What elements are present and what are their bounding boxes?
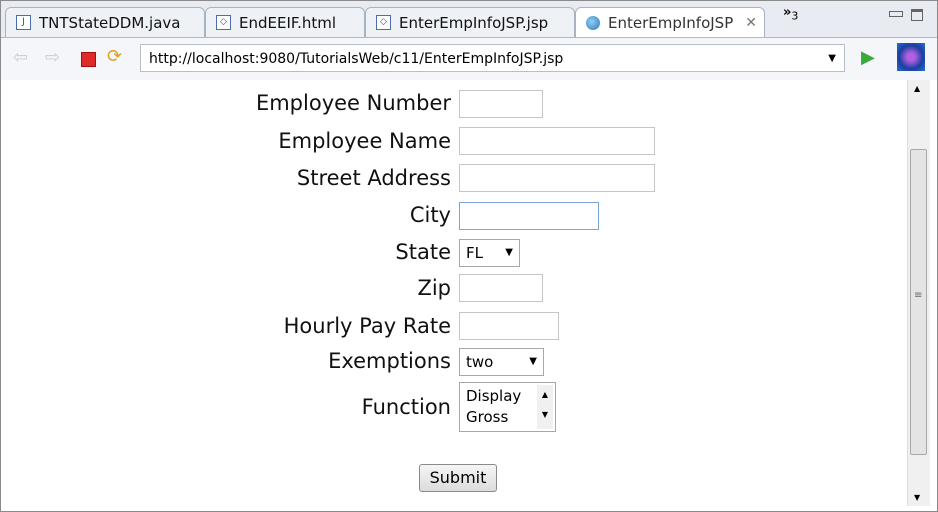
exemptions-select[interactable]: two ▼ [459, 348, 544, 376]
dropdown-arrow-icon: ▼ [529, 356, 537, 367]
vertical-scrollbar[interactable]: ▲ ≡ ▼ [907, 80, 930, 506]
scroll-thumb[interactable]: ≡ [910, 149, 927, 455]
employee-name-input[interactable] [459, 127, 655, 155]
eclipse-icon [897, 43, 925, 71]
html-file-icon: ◇ [376, 15, 391, 30]
dropdown-icon[interactable]: ▼ [828, 45, 836, 73]
scroll-up-icon[interactable]: ▲ [914, 84, 920, 93]
browser-window: J TNTStateDDM.java ◇ EndEEIF.html ◇ EnterEm… [0, 0, 938, 512]
tab-label: EndEEIF.html [239, 13, 337, 32]
dropdown-arrow-icon: ▼ [505, 247, 513, 258]
maximize-button[interactable] [911, 9, 923, 21]
tab-enterempinfojsp-jsp[interactable]: ◇ EnterEmpInfoJSP.jsp [365, 7, 575, 37]
grip-icon: ≡ [914, 290, 923, 301]
state-value: FL [466, 244, 483, 262]
java-file-icon: J [16, 15, 31, 30]
hourly-pay-rate-label: Hourly Pay Rate [283, 314, 451, 338]
tab-enterempinfojsp[interactable]: EnterEmpInfoJSP ✕ [575, 7, 765, 37]
minimize-button[interactable] [889, 11, 903, 17]
state-label: State [395, 240, 451, 264]
listbox-scrollbar[interactable]: ▲ ▼ [537, 385, 553, 429]
submit-button[interactable]: Submit [419, 464, 497, 492]
exemptions-value: two [466, 353, 494, 371]
city-label: City [409, 203, 451, 227]
city-input[interactable] [459, 202, 599, 230]
url-input[interactable]: http://localhost:9080/TutorialsWeb/c11/E… [140, 44, 845, 72]
stop-icon[interactable] [81, 52, 96, 67]
employee-name-label: Employee Name [278, 129, 451, 153]
employee-number-label: Employee Number [255, 91, 451, 115]
close-icon[interactable]: ✕ [745, 15, 757, 31]
globe-icon [586, 15, 600, 30]
editor-tab-bar: J TNTStateDDM.java ◇ EndEEIF.html ◇ EnterEm… [1, 1, 937, 38]
exemptions-label: Exemptions [328, 349, 451, 373]
tab-overflow-button[interactable]: »3 [783, 5, 798, 23]
zip-input[interactable] [459, 274, 543, 302]
refresh-icon[interactable]: ⟳ [107, 46, 122, 67]
back-icon[interactable]: ⇦ [13, 47, 28, 68]
street-address-label: Street Address [296, 166, 451, 190]
tab-label: TNTStateDDM.java [39, 13, 181, 32]
hourly-pay-rate-input[interactable] [459, 312, 559, 340]
forward-icon[interactable]: ⇨ [45, 47, 60, 68]
street-address-input[interactable] [459, 164, 655, 192]
employee-number-input[interactable] [459, 90, 543, 118]
tab-endeeif[interactable]: ◇ EndEEIF.html [205, 7, 365, 37]
tab-label: EnterEmpInfoJSP [608, 13, 734, 32]
zip-label: Zip [417, 276, 451, 300]
tab-label: EnterEmpInfoJSP.jsp [399, 13, 549, 32]
state-select[interactable]: FL ▼ [459, 239, 520, 267]
overflow-count: 3 [791, 9, 799, 23]
url-text: http://localhost:9080/TutorialsWeb/c11/E… [149, 51, 564, 67]
tab-tntstateddm[interactable]: J TNTStateDDM.java [5, 7, 205, 37]
go-icon[interactable]: ▶ [861, 47, 875, 68]
scroll-down-icon[interactable]: ▼ [914, 493, 920, 502]
function-label: Function [361, 395, 451, 419]
html-file-icon: ◇ [216, 15, 231, 30]
function-listbox[interactable]: Display Gross ▲ ▼ [459, 382, 556, 432]
browser-toolbar: ⇦ ⇨ ⟳ http://localhost:9080/TutorialsWeb… [1, 38, 937, 80]
